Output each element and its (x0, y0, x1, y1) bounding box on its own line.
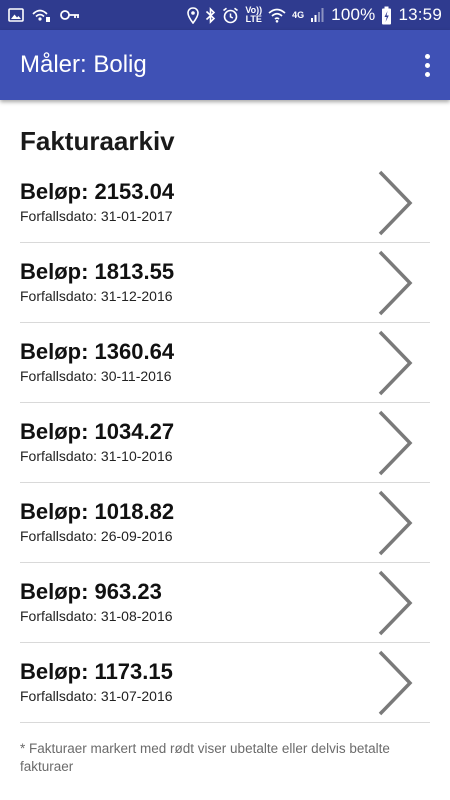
chevron-right-icon (378, 250, 413, 316)
app-title: Måler: Bolig (20, 51, 147, 78)
invoice-amount: Beløp: 1360.64 (20, 339, 175, 364)
wifi-icon (268, 7, 286, 23)
chevron-right-icon (378, 650, 413, 716)
invoice-row[interactable]: Beløp: 1034.27 Forfallsdato: 31-10-2016 (20, 403, 430, 483)
invoice-due-date: Forfallsdato: 31-01-2017 (20, 208, 173, 224)
wifi-calling-icon (32, 7, 52, 23)
status-bar-system: Vo)) LTE 4G 100% 13:59 (187, 0, 442, 30)
invoice-amount: Beløp: 1018.82 (20, 499, 175, 524)
chevron-right-icon (378, 410, 413, 476)
volte-icon: Vo)) LTE (245, 5, 263, 24)
invoice-row[interactable]: Beløp: 963.23 Forfallsdato: 31-08-2016 (20, 563, 430, 643)
image-icon (8, 7, 24, 23)
invoice-amount: Beløp: 1034.27 (20, 419, 175, 444)
unpaid-invoices-footnote: * Fakturaer markert med rødt viser ubeta… (20, 741, 390, 774)
invoice-amount: Beløp: 1173.15 (20, 659, 173, 684)
more-vert-icon[interactable] (414, 48, 440, 82)
invoice-due-date: Forfallsdato: 26-09-2016 (20, 528, 173, 544)
chevron-right-icon (378, 170, 413, 236)
clock: 13:59 (398, 5, 442, 24)
invoice-amount: Beløp: 2153.04 (20, 179, 175, 204)
invoice-due-date: Forfallsdato: 31-08-2016 (20, 608, 173, 624)
invoice-row[interactable]: Beløp: 1813.55 Forfallsdato: 31-12-2016 (20, 243, 430, 323)
alarm-icon (222, 7, 239, 24)
menu-dot (424, 71, 430, 77)
invoice-list: Beløp: 2153.04 Forfallsdato: 31-01-2017 … (20, 163, 430, 723)
invoice-row[interactable]: Beløp: 2153.04 Forfallsdato: 31-01-2017 (20, 163, 430, 243)
invoice-amount: Beløp: 963.23 (20, 579, 162, 604)
invoice-row[interactable]: Beløp: 1173.15 Forfallsdato: 31-07-2016 (20, 643, 430, 723)
battery-percentage: 100% (331, 5, 376, 24)
bluetooth-icon (205, 6, 216, 24)
invoice-due-date: Forfallsdato: 31-07-2016 (20, 688, 173, 704)
invoice-due-date: Forfallsdato: 31-12-2016 (20, 288, 173, 304)
chevron-right-icon (378, 330, 413, 396)
battery-charging-icon (381, 6, 392, 25)
network-type-label: 4G (292, 9, 305, 20)
status-bar-notifications (8, 4, 80, 26)
invoice-archive-screen: Fakturaarkiv Beløp: 2153.04 Forfallsdato… (0, 100, 450, 800)
signal-icon (310, 7, 325, 23)
chevron-right-icon (378, 490, 413, 556)
invoice-row[interactable]: Beløp: 1018.82 Forfallsdato: 26-09-2016 (20, 483, 430, 563)
invoice-due-date: Forfallsdato: 30-11-2016 (20, 368, 172, 384)
invoice-due-date: Forfallsdato: 31-10-2016 (20, 448, 173, 464)
page-title: Fakturaarkiv (20, 126, 175, 156)
menu-dot (424, 53, 430, 59)
location-icon (187, 6, 200, 24)
invoice-row[interactable]: Beløp: 1360.64 Forfallsdato: 30-11-2016 (20, 323, 430, 403)
chevron-right-icon (378, 570, 413, 636)
menu-dot (424, 62, 430, 68)
app-bar: Måler: Bolig (0, 30, 450, 100)
key-icon (60, 9, 80, 21)
invoice-amount: Beløp: 1813.55 (20, 259, 175, 284)
status-bar: Vo)) LTE 4G 100% 13:59 (0, 0, 450, 30)
